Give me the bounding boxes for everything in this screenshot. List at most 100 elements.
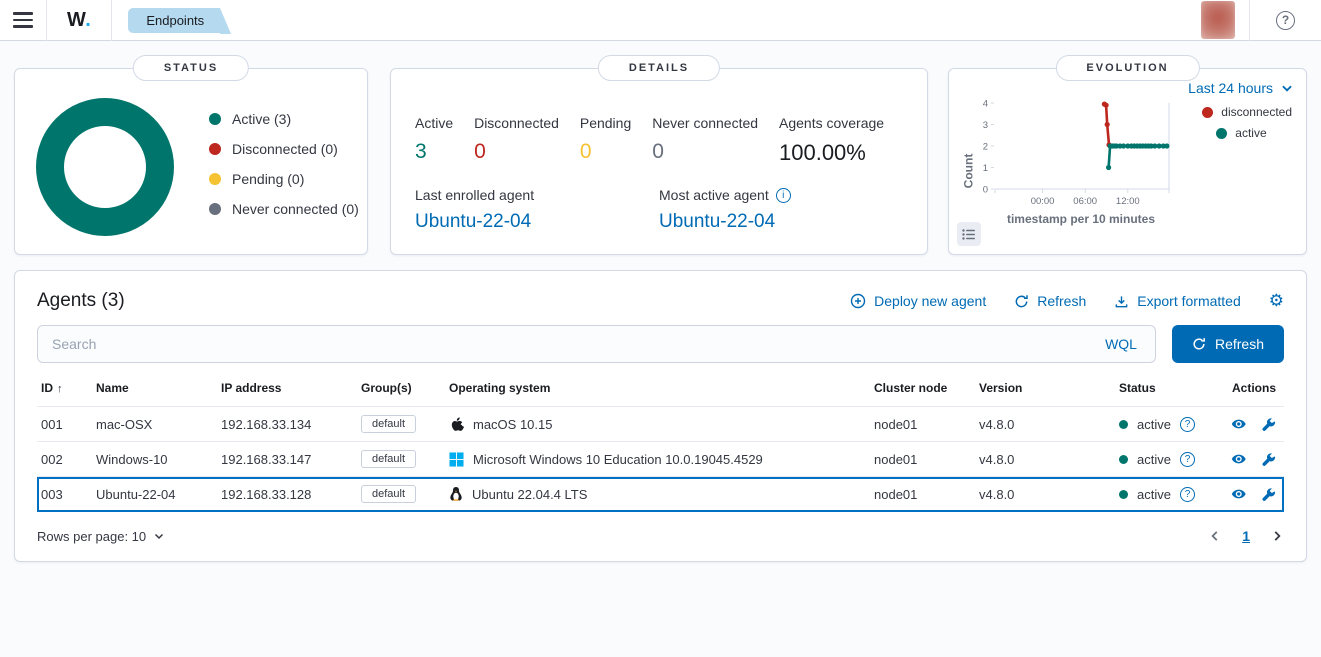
chevron-left-icon[interactable]	[1208, 529, 1222, 543]
agents-title: Agents (3)	[37, 290, 125, 312]
column-header-actions[interactable]: Actions	[1227, 371, 1284, 407]
wazuh-logo[interactable]: W.	[47, 9, 111, 32]
group-chip[interactable]: default	[361, 450, 416, 468]
gear-icon[interactable]: ⚙	[1269, 291, 1284, 311]
agent-name[interactable]: mac-OSX	[92, 407, 217, 442]
column-header-name[interactable]: Name	[92, 371, 217, 407]
status-dot-icon	[1119, 420, 1128, 429]
avatar[interactable]	[1201, 1, 1235, 39]
breadcrumb-endpoints[interactable]: Endpoints	[128, 8, 220, 33]
agent-ip: 192.168.33.134	[217, 407, 357, 442]
wrench-icon[interactable]	[1261, 452, 1276, 467]
svg-text:12:00: 12:00	[1116, 196, 1140, 207]
refresh-link[interactable]: Refresh	[1014, 293, 1086, 309]
column-header-cluster-node[interactable]: Cluster node	[870, 371, 975, 407]
svg-text:4: 4	[983, 99, 988, 110]
last-enrolled-link[interactable]: Ubuntu-22-04	[415, 211, 659, 233]
rows-per-page-selector[interactable]: Rows per page: 10	[37, 529, 165, 544]
page-number[interactable]: 1	[1242, 528, 1250, 544]
endpoints-page: W. Endpoints ? STATUS Active (3) Disconn…	[0, 0, 1321, 657]
agent-ip: 192.168.33.128	[217, 477, 357, 512]
most-active-agent: Most active agenti Ubuntu-22-04	[659, 187, 903, 233]
agent-row-003[interactable]: 003 Ubuntu-22-04 192.168.33.128 default …	[37, 477, 1284, 512]
legend-label: Disconnected (0)	[232, 141, 338, 157]
agent-name[interactable]: Windows-10	[92, 442, 217, 477]
apple-icon	[449, 417, 464, 432]
svg-text:00:00: 00:00	[1031, 196, 1055, 207]
chevron-down-icon	[153, 530, 165, 542]
wrench-icon[interactable]	[1261, 417, 1276, 432]
question-circle-icon[interactable]: ?	[1180, 417, 1195, 432]
download-icon	[1114, 294, 1129, 309]
legend-label: Never connected (0)	[232, 201, 359, 217]
evolution-legend-item[interactable]: disconnected	[1202, 105, 1292, 119]
refresh-icon	[1192, 337, 1206, 351]
evolution-panel: EVOLUTION Last 24 hours disconnected act…	[948, 68, 1307, 255]
svg-text:1: 1	[983, 163, 988, 174]
evolution-legend-item[interactable]: active	[1216, 126, 1266, 140]
evolution-panel-title: EVOLUTION	[1055, 55, 1199, 81]
chevron-right-icon[interactable]	[1270, 529, 1284, 543]
wrench-icon[interactable]	[1261, 487, 1276, 502]
stat-never-connected: Never connected 0	[652, 115, 779, 166]
agent-os: macOS 10.15	[473, 417, 553, 432]
legend-dot-icon	[209, 113, 221, 125]
column-header-id[interactable]: ID↑	[37, 371, 92, 407]
time-range-selector[interactable]: Last 24 hours	[1188, 80, 1294, 96]
group-chip[interactable]: default	[361, 485, 416, 503]
question-circle-icon[interactable]: ?	[1180, 487, 1195, 502]
status-badge: active	[1137, 452, 1171, 467]
legend-dot-icon	[209, 143, 221, 155]
agent-os: Microsoft Windows 10 Education 10.0.1904…	[473, 452, 763, 467]
eye-icon[interactable]	[1231, 451, 1246, 467]
agent-id: 003	[37, 477, 92, 512]
agents-table: ID↑NameIP addressGroup(s)Operating syste…	[37, 371, 1284, 512]
status-legend-item[interactable]: Never connected (0)	[209, 201, 359, 217]
status-donut-chart[interactable]	[36, 98, 174, 236]
help-icon[interactable]: ?	[1276, 11, 1295, 30]
legend-dot-icon	[1202, 107, 1213, 118]
search-bar: WQL	[37, 325, 1156, 363]
agent-version: v4.8.0	[975, 442, 1115, 477]
legend-dot-icon	[209, 173, 221, 185]
last-enrolled-label: Last enrolled agent	[415, 187, 659, 203]
stat-agents-coverage: Agents coverage 100.00%	[779, 115, 905, 166]
pagination: 1	[1208, 528, 1284, 544]
column-header-group-s-[interactable]: Group(s)	[357, 371, 445, 407]
most-active-link[interactable]: Ubuntu-22-04	[659, 211, 903, 233]
details-panel: DETAILS Active 3 Disconnected 0 Pending …	[390, 68, 928, 255]
table-body: 001 mac-OSX 192.168.33.134 default macOS…	[37, 407, 1284, 512]
status-legend-item[interactable]: Pending (0)	[209, 171, 359, 187]
export-formatted-button[interactable]: Export formatted	[1114, 293, 1241, 309]
legend-toggle-icon[interactable]	[957, 222, 981, 246]
status-legend-item[interactable]: Disconnected (0)	[209, 141, 359, 157]
eye-icon[interactable]	[1231, 416, 1246, 432]
group-chip[interactable]: default	[361, 415, 416, 433]
svg-text:3: 3	[983, 120, 988, 131]
info-icon[interactable]: i	[776, 188, 791, 203]
status-dot-icon	[1119, 490, 1128, 499]
stat-active: Active 3	[415, 115, 474, 166]
chevron-down-icon	[1280, 81, 1294, 95]
column-header-operating-system[interactable]: Operating system	[445, 371, 870, 407]
menu-icon[interactable]	[0, 0, 46, 41]
eye-icon[interactable]	[1231, 486, 1246, 502]
divider	[1249, 0, 1250, 41]
wql-button[interactable]: WQL	[1099, 336, 1143, 352]
deploy-new-agent-button[interactable]: Deploy new agent	[850, 293, 986, 309]
agent-row-001[interactable]: 001 mac-OSX 192.168.33.134 default macOS…	[37, 407, 1284, 442]
refresh-icon	[1014, 294, 1029, 309]
agent-row-002[interactable]: 002 Windows-10 192.168.33.147 default Mi…	[37, 442, 1284, 477]
column-header-ip-address[interactable]: IP address	[217, 371, 357, 407]
refresh-button[interactable]: Refresh	[1172, 325, 1284, 363]
status-legend-item[interactable]: Active (3)	[209, 111, 359, 127]
stat-disconnected: Disconnected 0	[474, 115, 580, 166]
search-input[interactable]	[50, 335, 1099, 353]
column-header-version[interactable]: Version	[975, 371, 1115, 407]
question-circle-icon[interactable]: ?	[1180, 452, 1195, 467]
column-header-status[interactable]: Status	[1115, 371, 1227, 407]
agent-ip: 192.168.33.147	[217, 442, 357, 477]
evolution-chart-svg[interactable]: 0123400:0006:0012:00	[967, 97, 1179, 211]
details-panel-title: DETAILS	[598, 55, 720, 81]
agent-name[interactable]: Ubuntu-22-04	[92, 477, 217, 512]
